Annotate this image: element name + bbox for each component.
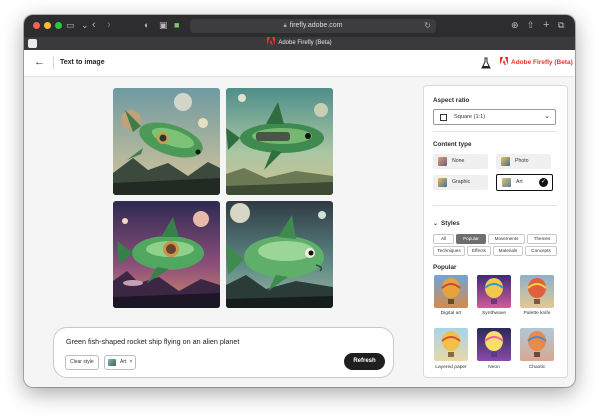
style-thumb-palette-knife[interactable] [520, 275, 554, 308]
chevron-down-icon: ⌄ [544, 113, 550, 120]
firefly-brand-link[interactable]: Adobe Firefly (Beta) [500, 50, 573, 76]
style-thumb-chaotic[interactable] [520, 328, 554, 361]
style-tab-movements[interactable]: Movements [488, 234, 525, 244]
tab-title: Adobe Firefly (Beta) [278, 40, 332, 46]
divider [433, 205, 557, 206]
adobe-logo-icon [500, 57, 508, 65]
beta-flask-icon[interactable] [481, 57, 491, 69]
chevron-down-icon[interactable]: ⌄ [81, 19, 89, 32]
reader-icon[interactable]: ▣ [159, 19, 168, 32]
style-thumb-synthwave[interactable] [477, 275, 511, 308]
prompt-box[interactable]: Green fish-shaped rocket ship flying on … [53, 327, 394, 378]
shield-icon[interactable]: ◐ [144, 19, 149, 32]
style-thumb-layered-paper[interactable] [434, 328, 468, 361]
generated-image-1[interactable] [113, 88, 220, 195]
download-icon[interactable]: ⊕ [511, 19, 519, 32]
tab-active[interactable]: Adobe Firefly (Beta) [24, 37, 575, 50]
app-header: ← Text to image Adobe Firefly (Beta) [24, 50, 575, 77]
content-type-graphic[interactable]: Graphic [433, 175, 488, 190]
address-bar[interactable]: 🔒︎ firefly.adobe.com ↻ [190, 19, 436, 33]
aspect-ratio-value: Square (1:1) [454, 114, 486, 120]
style-tab-materials[interactable]: Materials [493, 246, 523, 256]
content-type-label: Art [516, 179, 523, 185]
address-url: firefly.adobe.com [289, 22, 343, 29]
refresh-button[interactable]: Refresh [344, 353, 385, 370]
graphic-icon [438, 178, 447, 187]
forward-nav-icon[interactable]: › [107, 19, 111, 32]
back-arrow-icon[interactable]: ← [34, 56, 45, 68]
checkmark-icon: ✓ [539, 178, 548, 187]
style-label: Digital art [440, 311, 462, 316]
chevron-down-icon: ⌄ [433, 221, 439, 227]
content-type-label: Photo [515, 158, 529, 164]
tab-overview-icon[interactable]: ⧉ [558, 19, 564, 32]
content-type-art[interactable]: Art ✓ [496, 174, 553, 191]
new-tab-icon[interactable]: + [543, 19, 549, 32]
zoom-window-button[interactable] [55, 22, 62, 29]
remove-chip-icon[interactable]: × [129, 359, 132, 365]
art-icon [502, 178, 511, 187]
settings-panel: Aspect ratio Square (1:1) ⌄ Content type… [423, 85, 568, 378]
clear-style-button[interactable]: Clear style [65, 355, 99, 370]
style-thumb-neon[interactable] [477, 328, 511, 361]
style-label: Chaotic [528, 365, 546, 370]
style-label: Neon [488, 365, 500, 370]
photo-icon [501, 157, 510, 166]
popular-heading: Popular [433, 264, 457, 271]
close-window-button[interactable] [33, 22, 40, 29]
none-icon [438, 157, 447, 166]
sidebar-icon[interactable]: ▭ [66, 19, 75, 32]
styles-toggle[interactable]: ⌄ Styles [433, 220, 460, 227]
aspect-ratio-select[interactable]: Square (1:1) ⌄ [433, 109, 556, 125]
content-type-photo[interactable]: Photo [496, 154, 551, 169]
page-title: Text to image [60, 59, 105, 66]
square-icon [440, 114, 447, 121]
brand-label: Adobe Firefly (Beta) [511, 59, 573, 66]
divider [433, 131, 557, 132]
style-tab-themes[interactable]: Themes [527, 234, 557, 244]
aspect-ratio-heading: Aspect ratio [433, 97, 470, 104]
style-thumb-digital-art[interactable] [434, 275, 468, 308]
lock-icon: 🔒︎ [283, 23, 287, 29]
browser-titlebar: ▭ ⌄ ‹ › ◐ ▣ ■ 🔒︎ firefly.adobe.com ↻ ⊕ ⇧ … [24, 15, 575, 37]
style-tab-effects[interactable]: Effects [467, 246, 491, 256]
content-type-heading: Content type [433, 141, 472, 148]
prompt-input[interactable]: Green fish-shaped rocket ship flying on … [66, 337, 239, 346]
generated-image-2[interactable] [226, 88, 333, 195]
browser-tab-bar: Adobe Firefly (Beta) [24, 37, 575, 50]
extension-icon[interactable]: ■ [174, 19, 179, 32]
minimize-window-button[interactable] [44, 22, 51, 29]
style-tab-all[interactable]: All [433, 234, 454, 244]
content-type-label: None [452, 158, 465, 164]
adobe-logo-icon [267, 37, 276, 45]
header-divider [53, 57, 54, 69]
generated-image-3[interactable] [113, 201, 220, 308]
style-chip-art[interactable]: Art × [104, 355, 137, 370]
style-chip-label: Art [120, 359, 127, 365]
style-label: Layered paper [435, 365, 467, 370]
content-type-label: Graphic [452, 179, 471, 185]
content-type-none[interactable]: None [433, 154, 488, 169]
reload-icon[interactable]: ↻ [424, 19, 431, 33]
style-tab-techniques[interactable]: Techniques [433, 246, 465, 256]
browser-window: ▭ ⌄ ‹ › ◐ ▣ ■ 🔒︎ firefly.adobe.com ↻ ⊕ ⇧ … [24, 15, 575, 387]
style-label: Synthwave [482, 311, 506, 316]
generated-image-4[interactable] [226, 201, 333, 308]
styles-heading: Styles [441, 220, 460, 227]
back-nav-icon[interactable]: ‹ [92, 19, 96, 32]
style-label: Palette knife [523, 311, 551, 316]
style-tab-popular[interactable]: Popular [456, 234, 486, 244]
art-thumbnail [108, 359, 116, 366]
style-tab-concepts[interactable]: Concepts [525, 246, 557, 256]
share-icon[interactable]: ⇧ [527, 19, 535, 32]
